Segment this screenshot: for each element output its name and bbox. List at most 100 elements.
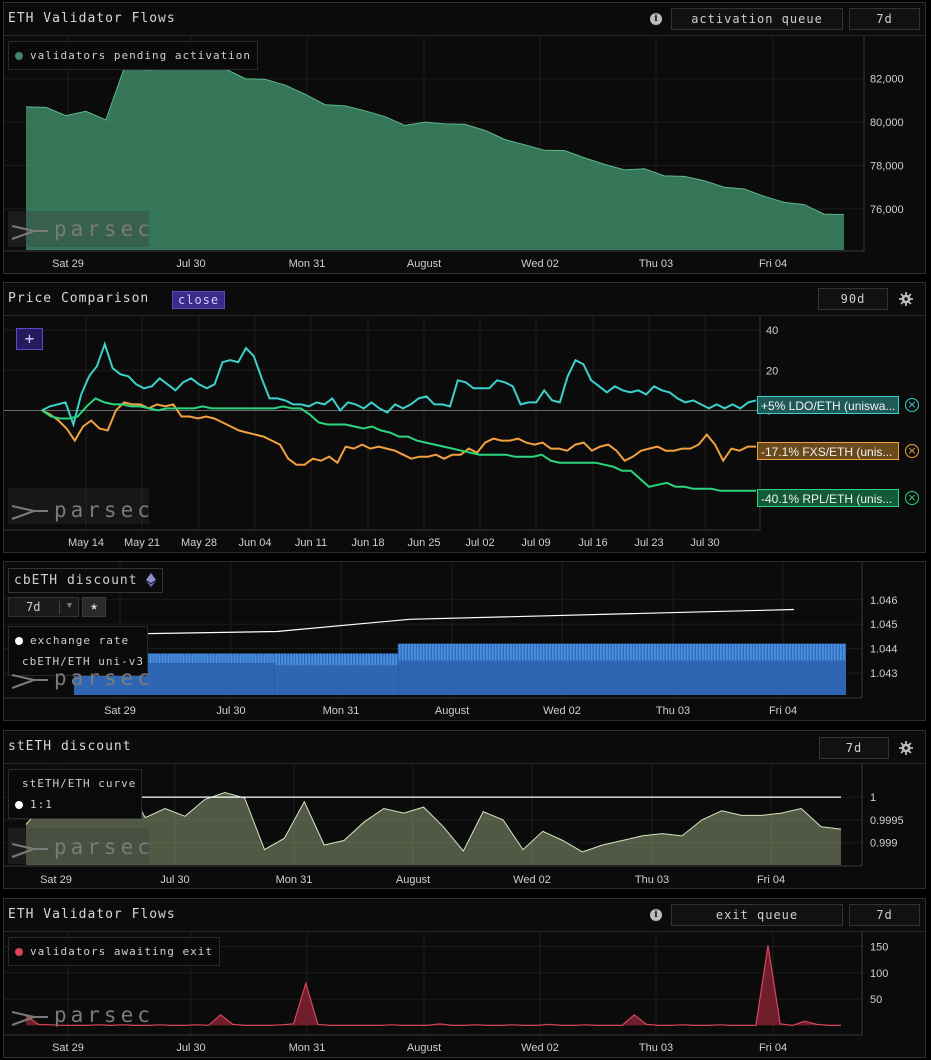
eth-icon [146,573,156,587]
watermark: parsec [54,217,154,241]
x-tick-label: May 21 [124,537,160,549]
y-tick-label: 150 [870,942,888,954]
asset-select[interactable]: cbETH discount [8,568,163,593]
close-button[interactable]: close [172,291,226,309]
gear-icon[interactable] [899,741,913,755]
x-tick-label: May 28 [181,537,217,549]
x-tick-label: Thu 03 [656,705,690,717]
x-tick-label: Wed 02 [521,1042,559,1054]
x-tick-label: Jun 11 [295,537,327,549]
gear-icon[interactable] [899,292,913,306]
watermark: parsec [54,835,154,859]
panel-header: Price Comparison close 90d [4,283,925,316]
time-range-select[interactable]: 7d [849,8,920,30]
panel-title: ETH Validator Flows [8,11,176,26]
x-tick-label: Thu 03 [639,1042,673,1054]
x-tick-label: Fri 04 [757,874,785,886]
y-tick-label: 20 [766,365,778,377]
x-tick-label: Mon 31 [276,874,313,886]
steth-chart: Sat 29 Jul 30 Mon 31 August Wed 02 Thu 03 Fri … [4,764,904,886]
x-tick-label: August [396,874,430,886]
y-tick-label: 1.046 [870,595,898,607]
parsec-logo-icon [12,674,48,689]
x-tick-label: Jul 16 [578,537,607,549]
y-tick-label: 82,000 [870,74,904,86]
x-tick-label: Sat 29 [104,705,136,717]
x-tick-label: Fri 04 [759,1042,787,1054]
x-tick-label: Jul 23 [634,537,663,549]
queue-type-select[interactable]: activation queue [671,8,843,30]
add-series-button[interactable]: + [16,328,43,350]
parsec-logo-icon [12,1011,48,1026]
x-tick-label: Sat 29 [52,258,84,270]
x-tick-label: Wed 02 [521,258,559,270]
x-tick-label: Wed 02 [543,705,581,717]
remove-series-icon[interactable]: × [905,444,919,458]
y-tick-label: 78,000 [870,161,904,173]
panel-header: stETH discount 7d [4,731,925,764]
x-tick-label: Fri 04 [759,258,787,270]
x-tick-label: Jul 30 [176,258,205,270]
y-tick-label: 1 [870,792,876,804]
x-tick-label: Thu 03 [639,258,673,270]
steth-discount-panel: stETH discount 7d Sat 29 Jul 30 Mon 31 Augu… [3,730,926,889]
x-tick-label: Jun 04 [238,537,271,549]
legend-swatch [15,636,23,645]
x-tick-label: Jul 30 [690,537,719,549]
series-pill[interactable]: +5% LDO/ETH (uniswa... [757,396,899,414]
star-icon[interactable]: ★ [82,597,106,617]
panel-title: stETH discount [8,739,132,754]
remove-series-icon[interactable]: × [905,491,919,505]
watermark: parsec [54,666,154,690]
queue-type-select[interactable]: exit queue [671,904,843,926]
y-tick-label: 1.044 [870,644,898,656]
panel-title: ETH Validator Flows [8,907,176,922]
x-tick-label: Mon 31 [289,258,326,270]
x-tick-label: Jul 30 [216,705,245,717]
x-tick-label: Sat 29 [40,874,72,886]
panel-header: ETH Validator Flows i exit queue 7d [4,899,925,932]
series-pill[interactable]: -17.1% FXS/ETH (unis... [757,442,899,460]
legend-swatch [15,51,23,60]
parsec-logo-icon [12,843,48,858]
chart-legend: validators pending activation [8,41,259,70]
legend-label: validators pending activation [30,49,252,62]
y-tick-label: 1.043 [870,668,898,680]
parsec-logo-icon [12,505,48,520]
x-tick-label: Thu 03 [635,874,669,886]
panel-header: ETH Validator Flows i activation queue 7… [4,3,925,36]
time-range-select[interactable]: 90d [818,288,888,310]
x-tick-label: Jul 09 [521,537,550,549]
x-tick-label: August [407,1042,441,1054]
x-tick-label: August [407,258,441,270]
x-tick-label: August [435,705,469,717]
time-range-select[interactable]: 7d [819,737,889,759]
remove-series-icon[interactable]: × [905,398,919,412]
panel-title: cbETH discount [14,573,138,588]
cbeth-bar-base [398,660,846,695]
time-range-value: 7d [26,600,41,614]
y-tick-label: 40 [766,325,778,337]
x-tick-label: May 14 [68,537,104,549]
y-tick-label: 80,000 [870,117,904,129]
y-tick-label: 1.045 [870,619,898,631]
panel-title: Price Comparison [8,291,150,306]
x-tick-label: Jun 25 [407,537,440,549]
chart-legend: stETH/ETH curve 1:1 [8,769,142,819]
info-icon[interactable]: i [650,13,662,25]
watermark: parsec [54,498,154,522]
time-range-select[interactable]: 7d [849,904,920,926]
x-tick-label: Jul 30 [176,1042,205,1054]
exchange-rate-line [130,608,795,635]
watermark: parsec [54,1003,154,1027]
chart-legend: validators awaiting exit [8,937,220,966]
x-tick-label: Fri 04 [769,705,797,717]
price-comparison-panel: Price Comparison close 90d May 14 May 21 M… [3,282,926,553]
info-icon[interactable]: i [650,909,662,921]
series-pill[interactable]: -40.1% RPL/ETH (unis... [757,489,899,507]
chevron-down-icon: ▼ [59,601,79,614]
x-tick-label: Mon 31 [323,705,360,717]
legend-swatch [15,800,23,809]
cbeth-discount-panel: Sat 29 Jul 30 Mon 31 August Wed 02 Thu 03 Fri … [3,561,926,721]
time-range-select[interactable]: 7d ▼ [8,597,79,617]
